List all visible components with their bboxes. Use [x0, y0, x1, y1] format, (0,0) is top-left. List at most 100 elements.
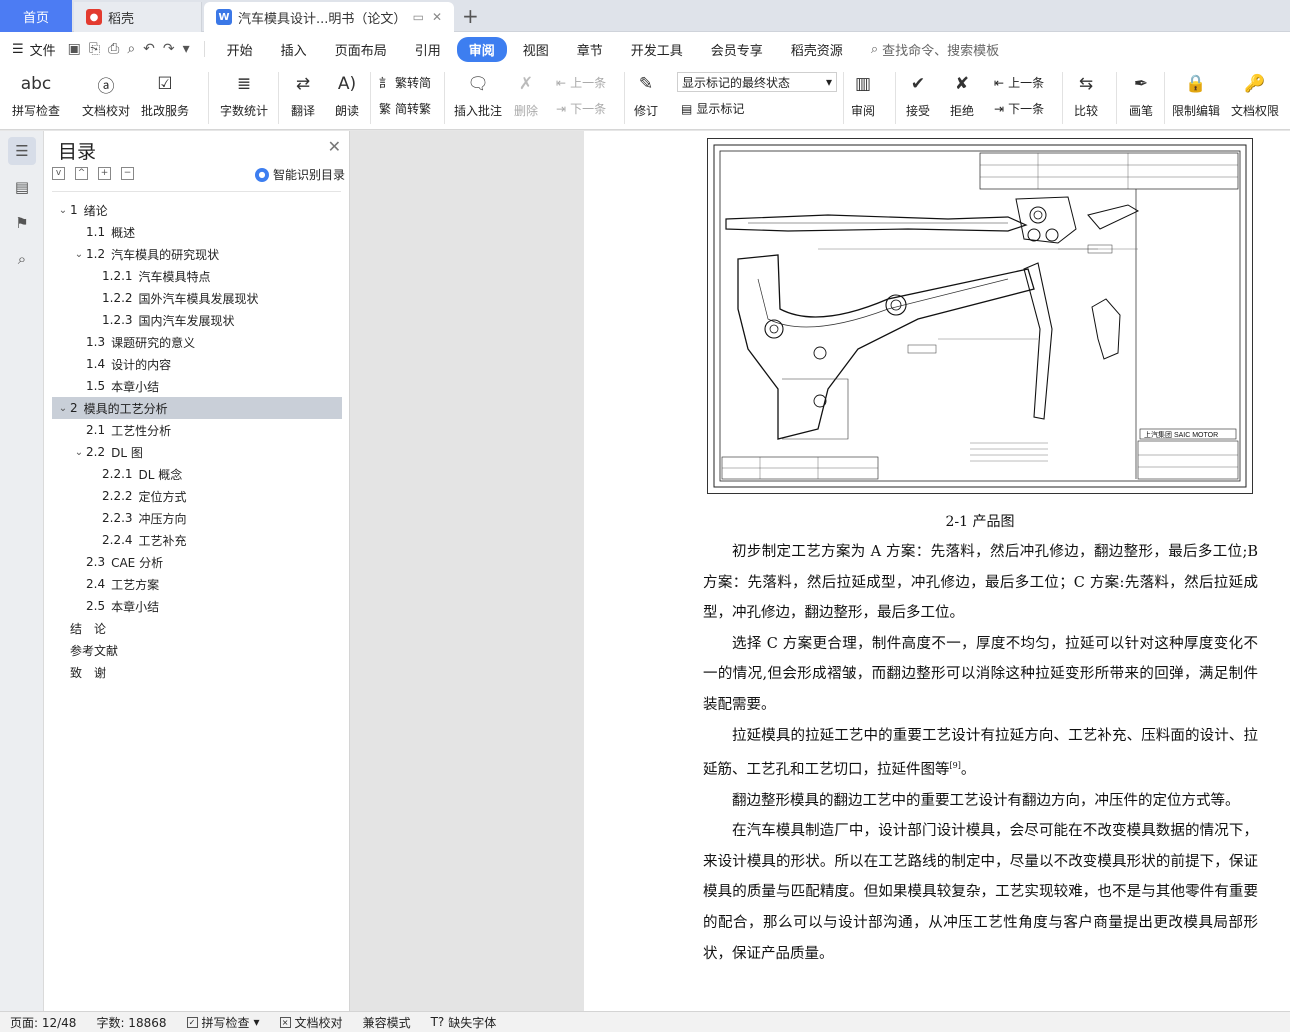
toc-item[interactable]: 2.3 CAE 分析 [52, 551, 342, 573]
menu-member[interactable]: 会员专享 [699, 37, 775, 62]
toc-item[interactable]: 1.2.2 国外汽车模具发展现状 [52, 287, 342, 309]
translate-button[interactable]: ⇄ 翻译 [289, 70, 317, 119]
menu-section[interactable]: 章节 [565, 37, 615, 62]
delete-comment-button[interactable]: ✗ 删除 [512, 70, 540, 119]
menu-view[interactable]: 视图 [511, 37, 561, 62]
menu-review[interactable]: 审阅 [456, 36, 507, 62]
export-icon[interactable]: ⎘ [89, 41, 100, 57]
find-icon[interactable]: ⌕ [8, 245, 36, 273]
page-indicator[interactable]: 页面: 12/48 [0, 1014, 86, 1031]
annotate-service-button[interactable]: ☑ 批改服务 [141, 70, 189, 119]
tab-document[interactable]: W 汽车模具设计...明书（论文） ▭ ✕ [204, 2, 454, 32]
next-change-button[interactable]: ⇥ 下一条 [994, 100, 1044, 117]
markup-state-select[interactable]: 显示标记的最终状态 ▾ [677, 72, 837, 92]
toc-item[interactable]: 1.1 概述 [52, 221, 342, 243]
add-heading-icon[interactable]: + [98, 167, 111, 180]
new-tab-icon[interactable]: + [462, 4, 479, 28]
word-count-button[interactable]: ≣ 字数统计 [220, 70, 268, 119]
track-changes-button[interactable]: ✎ 修订 [632, 70, 660, 119]
review-pane-button[interactable]: ▥ 审阅 [849, 70, 877, 119]
print-icon[interactable]: ⎙ [108, 41, 119, 57]
bookmark-icon[interactable]: ⚑ [8, 209, 36, 237]
toc-item[interactable]: 2.2.2 定位方式 [52, 485, 342, 507]
toc-item-number: 2.4 [86, 577, 106, 591]
undo-icon[interactable]: ↶ [143, 41, 155, 57]
word-count-indicator[interactable]: 字数: 18868 [86, 1014, 176, 1031]
toc-item[interactable]: 2.4 工艺方案 [52, 573, 342, 595]
customize-icon[interactable]: ▾ [183, 41, 190, 57]
word-count-label: 字数统计 [220, 104, 269, 118]
accept-change-button[interactable]: ✔ 接受 [904, 70, 932, 119]
file-menu[interactable]: ☰ 文件 [0, 40, 68, 59]
menu-daoke-resources[interactable]: 稻壳资源 [779, 37, 855, 62]
expand-icon[interactable]: ^ [75, 167, 88, 180]
close-icon[interactable]: ✕ [328, 137, 341, 156]
remove-heading-icon[interactable]: − [121, 167, 134, 180]
chevron-down-icon[interactable]: ⌄ [56, 205, 70, 216]
reject-change-button[interactable]: ✘ 拒绝 [948, 70, 976, 119]
compare-button[interactable]: ⇆ 比较 [1072, 70, 1100, 119]
simp-to-trad-icon: 繁 [379, 102, 392, 116]
redo-icon[interactable]: ↷ [163, 41, 175, 57]
tab-daoke[interactable]: ● 稻壳 [74, 2, 202, 32]
toc-icon[interactable]: ☰ [8, 137, 36, 165]
doc-proof-button[interactable]: ⓐ 文档校对 [82, 70, 130, 119]
spell-check-toggle[interactable]: ✓ 拼写检查 ▾ [177, 1014, 270, 1031]
pin-icon[interactable]: ▭ [413, 10, 424, 24]
toc-item[interactable]: 2.1 工艺性分析 [52, 419, 342, 441]
smart-toc-label: 智能识别目录 [272, 168, 345, 182]
menu-insert[interactable]: 插入 [269, 37, 319, 62]
collapse-icon[interactable]: v [52, 167, 65, 180]
menu-start[interactable]: 开始 [215, 37, 265, 62]
menu-layout[interactable]: 页面布局 [323, 37, 399, 62]
citation-mark[interactable]: [9] [950, 761, 961, 770]
toc-item[interactable]: 2.2.4 工艺补充 [52, 529, 342, 551]
chevron-down-icon: ▾ [825, 75, 832, 89]
toc-item[interactable]: ⌄ 1 绪论 [52, 199, 342, 221]
section-icon[interactable]: ▤ [8, 173, 36, 201]
toc-item[interactable]: 1.2.1 汽车模具特点 [52, 265, 342, 287]
chevron-down-icon[interactable]: ⌄ [72, 249, 86, 260]
print-preview-icon[interactable]: ⌕ [127, 41, 135, 57]
next-comment-button[interactable]: ⇥ 下一条 [556, 100, 606, 117]
insert-comment-button[interactable]: 🗨 插入批注 [454, 70, 502, 119]
toc-item[interactable]: 1.5 本章小结 [52, 375, 342, 397]
toc-item-label: 概述 [111, 225, 136, 240]
menu-reference[interactable]: 引用 [403, 37, 453, 62]
toc-item[interactable]: 2.5 本章小结 [52, 595, 342, 617]
command-search[interactable]: ⌕ 查找命令、搜索模板 [871, 40, 999, 59]
menu-devtools[interactable]: 开发工具 [619, 37, 695, 62]
toc-item[interactable]: 结 论 [52, 617, 342, 639]
toc-item-label: 模具的工艺分析 [83, 401, 168, 416]
toc-item[interactable]: 2.2.3 冲压方向 [52, 507, 342, 529]
toc-item[interactable]: 1.3 课题研究的意义 [52, 331, 342, 353]
missing-font-button[interactable]: T? 缺失字体 [421, 1014, 507, 1031]
tab-home[interactable]: 首页 [0, 0, 72, 32]
toc-item[interactable]: ⌄ 1.2 汽车模具的研究现状 [52, 243, 342, 265]
doc-proof-label: 文档校对 [82, 104, 131, 118]
toc-item[interactable]: 2.2.1 DL 概念 [52, 463, 342, 485]
toc-item[interactable]: 参考文献 [52, 639, 342, 661]
chevron-down-icon[interactable]: ⌄ [56, 403, 70, 414]
doc-proof-status[interactable]: × 文档校对 [270, 1014, 353, 1031]
read-aloud-button[interactable]: A) 朗读 [333, 70, 361, 119]
simp-to-trad-button[interactable]: 繁 简转繁 [379, 100, 431, 117]
missing-font-label: 缺失字体 [448, 1015, 497, 1030]
toc-item[interactable]: ⌄ 2.2 DL 图 [52, 441, 342, 463]
prev-comment-button[interactable]: ⇤ 上一条 [556, 74, 606, 91]
save-icon[interactable]: ▣ [68, 41, 81, 57]
close-tab-icon[interactable]: ✕ [432, 10, 442, 24]
prev-change-button[interactable]: ⇤ 上一条 [994, 74, 1044, 91]
restrict-edit-button[interactable]: 🔒 限制编辑 [1172, 70, 1220, 119]
toc-item[interactable]: 1.4 设计的内容 [52, 353, 342, 375]
toc-item[interactable]: 1.2.3 国内汽车发展现状 [52, 309, 342, 331]
smart-toc-button[interactable]: ● 智能识别目录 [254, 166, 345, 183]
trad-to-simp-button[interactable]: 訁 繁转简 [379, 74, 431, 91]
show-markup-button[interactable]: ▤ 显示标记 [681, 100, 744, 117]
doc-permission-button[interactable]: 🔑 文档权限 [1231, 70, 1279, 119]
toc-item[interactable]: ⌄ 2 模具的工艺分析 [52, 397, 342, 419]
spell-check-button[interactable]: abc 拼写检查 [12, 70, 60, 119]
toc-item[interactable]: 致 谢 [52, 661, 342, 683]
pen-button[interactable]: ✒ 画笔 [1127, 70, 1155, 119]
chevron-down-icon[interactable]: ⌄ [72, 447, 86, 458]
